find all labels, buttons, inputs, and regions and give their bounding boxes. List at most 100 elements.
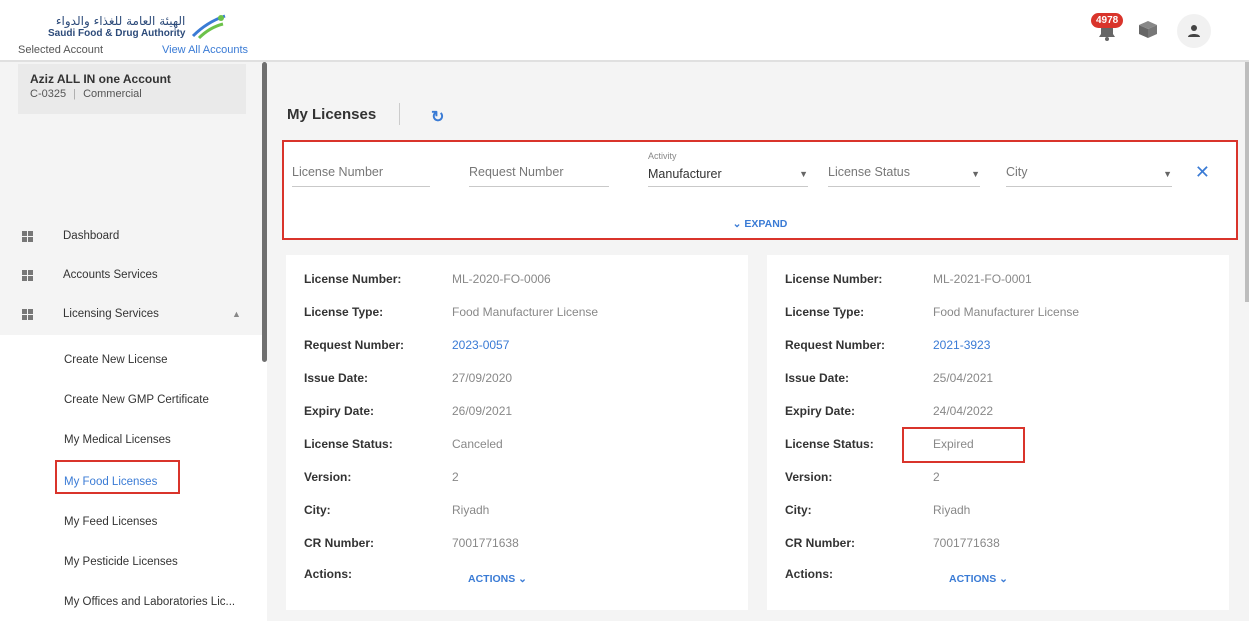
city-value: Riyadh bbox=[933, 503, 971, 517]
actions-row: Actions: ACTIONS ⌄ bbox=[304, 567, 527, 585]
view-all-accounts-link[interactable]: View All Accounts bbox=[162, 44, 248, 56]
sidebar-item-licensing-services[interactable]: Licensing Services ▲ bbox=[0, 304, 262, 324]
account-separator: | bbox=[73, 88, 76, 100]
field-label: Actions: bbox=[304, 567, 352, 581]
license-type-row: License Type: Food Manufacturer License bbox=[304, 305, 598, 319]
dashboard-icon bbox=[22, 230, 33, 242]
license-number-row: License Number: ML-2020-FO-0006 bbox=[304, 272, 551, 286]
expiry-date-value: 26/09/2021 bbox=[452, 404, 513, 418]
field-label: City: bbox=[304, 503, 331, 517]
logo-text: الهيئة العامة للغذاء والدواء Saudi Food … bbox=[48, 14, 185, 39]
cr-number-row: CR Number: 7001771638 bbox=[304, 536, 519, 550]
license-number-value: ML-2021-FO-0001 bbox=[933, 272, 1032, 286]
city-select[interactable]: City ▼ bbox=[1006, 160, 1172, 187]
license-status-dropdown-arrow-icon: ▼ bbox=[971, 169, 980, 179]
actions-row: Actions: ACTIONS ⌄ bbox=[785, 567, 1008, 585]
accounts-services-icon bbox=[22, 269, 33, 281]
selected-account-card[interactable]: Aziz ALL IN one Account C-0325 | Commerc… bbox=[18, 64, 246, 114]
license-type-value: Food Manufacturer License bbox=[452, 305, 599, 319]
issue-date-value: 27/09/2020 bbox=[452, 371, 513, 385]
request-number-row: Request Number: 2023-0057 bbox=[304, 338, 509, 352]
notifications-button[interactable]: 4978 bbox=[1091, 13, 1124, 43]
chevron-down-icon: ⌄ bbox=[732, 218, 742, 230]
field-label: Version: bbox=[785, 470, 833, 484]
cr-number-value: 7001771638 bbox=[452, 536, 519, 550]
title-divider bbox=[399, 103, 400, 125]
user-menu-button[interactable] bbox=[1177, 14, 1211, 48]
refresh-icon[interactable]: ↻ bbox=[431, 107, 444, 127]
version-value: 2 bbox=[933, 470, 940, 484]
account-id: C-0325 bbox=[30, 88, 67, 100]
request-number-link[interactable]: 2023-0057 bbox=[452, 338, 509, 352]
license-number-row: License Number: ML-2021-FO-0001 bbox=[785, 272, 1032, 286]
page-title: My Licenses bbox=[287, 106, 377, 123]
license-status-select[interactable]: License Status ▼ bbox=[828, 160, 980, 187]
chevron-down-icon: ⌄ bbox=[999, 573, 1008, 585]
issue-date-value: 25/04/2021 bbox=[933, 371, 994, 385]
activity-select[interactable]: Activity Manufacturer ▼ bbox=[648, 151, 808, 187]
logo-arabic-text: الهيئة العامة للغذاء والدواء bbox=[55, 13, 186, 28]
license-status-value: Canceled bbox=[452, 437, 503, 451]
expiry-date-row: Expiry Date: 24/04/2022 bbox=[785, 404, 993, 418]
license-card: License Number: ML-2020-FO-0006 License … bbox=[286, 255, 748, 610]
actions-label: ACTIONS bbox=[949, 573, 997, 585]
city-row: City: Riyadh bbox=[785, 503, 970, 517]
field-label: License Number: bbox=[304, 272, 402, 286]
license-status-row: License Status: Canceled bbox=[304, 437, 503, 451]
submenu-my-medical-licenses[interactable]: My Medical Licenses bbox=[64, 434, 171, 446]
actions-dropdown-button[interactable]: ACTIONS ⌄ bbox=[949, 573, 1008, 585]
license-number-input[interactable]: License Number bbox=[292, 160, 430, 187]
top-icons: 4978 bbox=[1091, 13, 1211, 48]
expiry-date-row: Expiry Date: 26/09/2021 bbox=[304, 404, 512, 418]
city-dropdown-arrow-icon: ▼ bbox=[1163, 169, 1172, 179]
account-details: C-0325 | Commercial bbox=[30, 88, 234, 100]
main-scrollbar[interactable] bbox=[1245, 62, 1249, 302]
submenu-my-offices-labs-licenses[interactable]: My Offices and Laboratories Lic... bbox=[64, 596, 235, 608]
request-number-input[interactable]: Request Number bbox=[469, 160, 609, 187]
activity-dropdown-arrow-icon: ▼ bbox=[799, 169, 808, 179]
cr-number-row: CR Number: 7001771638 bbox=[785, 536, 1000, 550]
issue-date-row: Issue Date: 27/09/2020 bbox=[304, 371, 512, 385]
field-label: Issue Date: bbox=[785, 371, 850, 385]
account-type: Commercial bbox=[83, 88, 142, 100]
selected-account-label: Selected Account bbox=[18, 44, 104, 56]
chevron-up-icon: ▲ bbox=[232, 309, 241, 319]
submenu-my-pesticide-licenses[interactable]: My Pesticide Licenses bbox=[64, 556, 178, 568]
request-number-placeholder: Request Number bbox=[469, 165, 564, 179]
sidebar-item-label: Licensing Services bbox=[63, 308, 159, 320]
sidebar-item-accounts-services[interactable]: Accounts Services bbox=[0, 265, 262, 285]
license-card: License Number: ML-2021-FO-0001 License … bbox=[767, 255, 1229, 610]
license-status-placeholder: License Status bbox=[828, 165, 910, 179]
field-label: Issue Date: bbox=[304, 371, 369, 385]
city-placeholder: City bbox=[1006, 165, 1028, 179]
actions-dropdown-button[interactable]: ACTIONS ⌄ bbox=[468, 573, 527, 585]
account-name: Aziz ALL IN one Account bbox=[30, 72, 171, 86]
sidebar-item-dashboard[interactable]: Dashboard bbox=[0, 226, 262, 246]
cr-number-value: 7001771638 bbox=[933, 536, 1000, 550]
expand-label: EXPAND bbox=[744, 218, 788, 230]
field-label: Version: bbox=[304, 470, 352, 484]
submenu-create-new-license[interactable]: Create New License bbox=[64, 354, 168, 366]
submenu-create-gmp-certificate[interactable]: Create New GMP Certificate bbox=[64, 394, 209, 406]
clear-filters-close-icon[interactable]: ✕ bbox=[1195, 162, 1210, 183]
field-label: Request Number: bbox=[304, 338, 405, 352]
field-label: CR Number: bbox=[304, 536, 375, 550]
logo-mark-icon bbox=[192, 14, 226, 40]
version-row: Version: 2 bbox=[304, 470, 459, 484]
activity-value: Manufacturer bbox=[648, 167, 722, 181]
logo-english-text: Saudi Food & Drug Authority bbox=[48, 27, 186, 39]
notification-count-badge: 4978 bbox=[1091, 13, 1124, 28]
expand-filters-button[interactable]: ⌄ EXPAND bbox=[284, 218, 1236, 230]
version-value: 2 bbox=[452, 470, 459, 484]
field-label: License Status: bbox=[304, 437, 393, 451]
packages-button[interactable] bbox=[1137, 19, 1159, 44]
actions-label: ACTIONS bbox=[468, 573, 516, 585]
field-label: CR Number: bbox=[785, 536, 856, 550]
selected-account-header: Selected Account View All Accounts bbox=[18, 44, 248, 56]
activity-label: Activity bbox=[648, 151, 677, 161]
license-number-value: ML-2020-FO-0006 bbox=[452, 272, 551, 286]
submenu-my-feed-licenses[interactable]: My Feed Licenses bbox=[64, 516, 157, 528]
request-number-link[interactable]: 2021-3923 bbox=[933, 338, 990, 352]
sfda-logo[interactable]: الهيئة العامة للغذاء والدواء Saudi Food … bbox=[48, 12, 227, 40]
field-label: Request Number: bbox=[785, 338, 886, 352]
